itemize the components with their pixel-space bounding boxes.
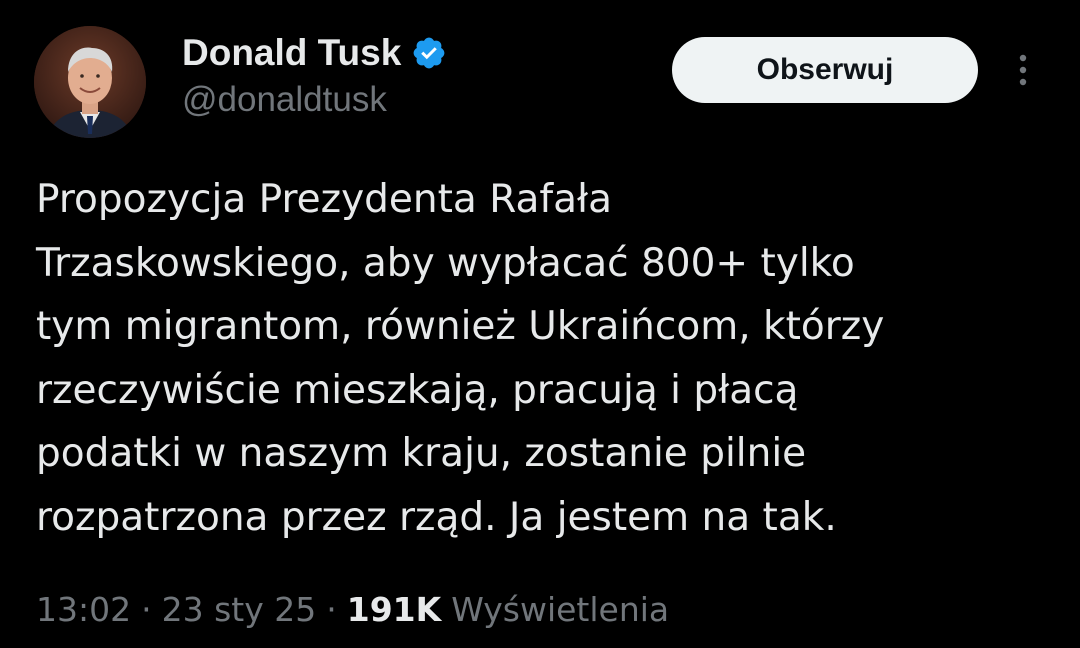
follow-button[interactable]: Obserwuj <box>672 37 978 103</box>
tweet-date[interactable]: 23 sty 25 <box>162 590 317 629</box>
meta-separator: · <box>326 589 337 629</box>
author-handle[interactable]: @donaldtusk <box>182 80 387 120</box>
views-label[interactable]: Wyświetlenia <box>451 590 669 629</box>
author-name-row: Donald Tusk <box>182 30 447 76</box>
more-vertical-icon[interactable] <box>1008 48 1038 92</box>
tweet-meta: 13:02 · 23 sty 25 · 191K Wyświetlenia <box>36 584 669 634</box>
tweet-card: Donald Tusk @donaldtusk Obserwuj Propozy… <box>0 0 1080 648</box>
views-count[interactable]: 191K <box>347 590 441 629</box>
author-display-name[interactable]: Donald Tusk <box>182 32 401 74</box>
tweet-text: Propozycja Prezydenta Rafała Trzaskowski… <box>36 177 885 540</box>
meta-separator: · <box>141 589 152 629</box>
verified-badge-icon[interactable] <box>411 35 447 71</box>
profile-photo <box>34 26 146 138</box>
avatar[interactable] <box>34 26 146 138</box>
tweet-time[interactable]: 13:02 <box>36 590 131 629</box>
